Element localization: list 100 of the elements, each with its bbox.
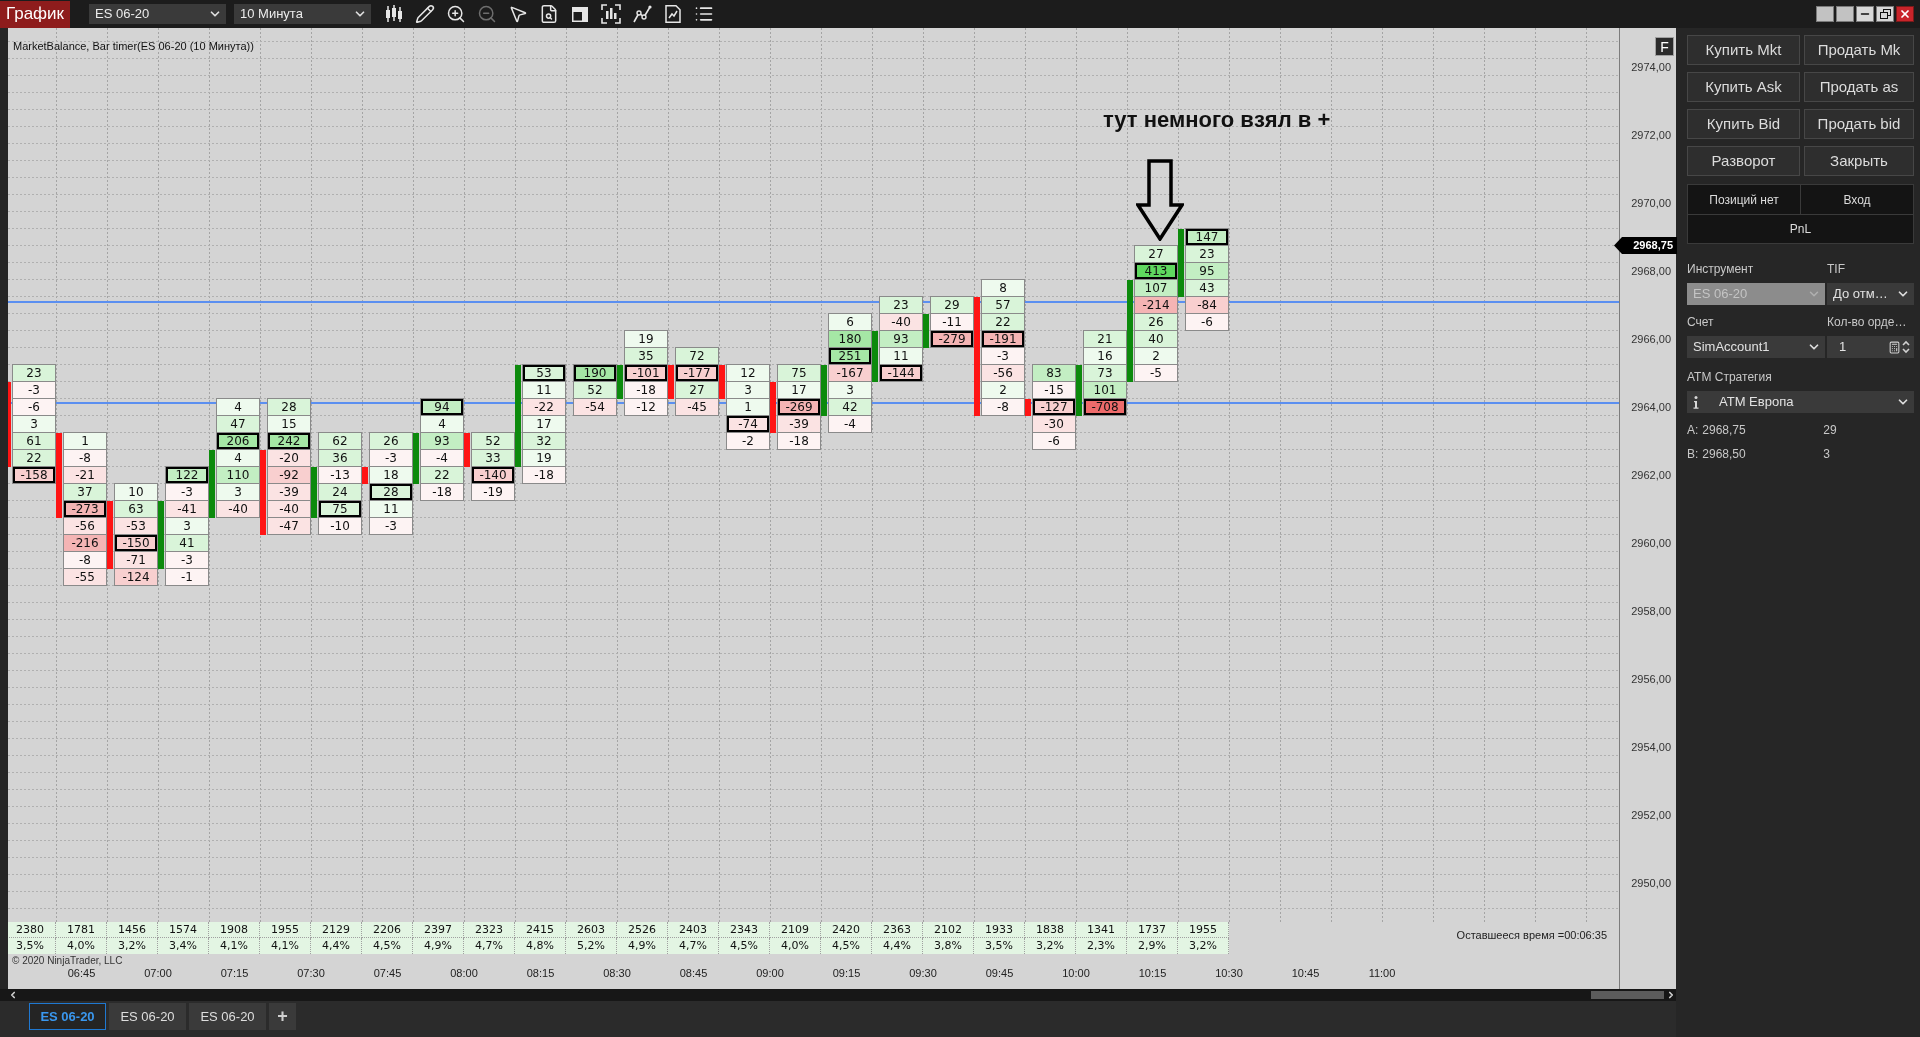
price-label: 2966,00 bbox=[1631, 332, 1671, 346]
tab[interactable]: ES 06-20 bbox=[189, 1003, 266, 1030]
percent-cell: 3,2% bbox=[1025, 938, 1076, 954]
footprint-cell: -15 bbox=[1033, 382, 1075, 399]
document-chart-icon[interactable] bbox=[663, 4, 683, 24]
price-label: 2954,00 bbox=[1631, 740, 1671, 754]
calculator-icon[interactable] bbox=[1888, 340, 1901, 354]
footprint-cell: -3 bbox=[13, 382, 55, 399]
percent-cell: 4,9% bbox=[617, 938, 668, 954]
interval-dropdown[interactable]: 10 Минута bbox=[234, 4, 371, 24]
footprint-cell: -40 bbox=[268, 501, 310, 518]
tab[interactable]: ES 06-20 bbox=[109, 1003, 186, 1030]
close-button[interactable] bbox=[1896, 6, 1914, 22]
footprint-cell: 16 bbox=[1084, 348, 1126, 365]
order-button[interactable]: Купить Bid bbox=[1687, 109, 1800, 139]
footprint-cell: 29 bbox=[931, 297, 973, 314]
zoom-out-icon[interactable] bbox=[477, 4, 497, 24]
footprint-cell: -40 bbox=[880, 314, 922, 331]
order-button[interactable]: Продать bid bbox=[1804, 109, 1914, 139]
volume-cell: 1341 bbox=[1076, 922, 1127, 938]
scrollbar-thumb[interactable] bbox=[1591, 991, 1664, 999]
footprint-cell: 22 bbox=[421, 467, 463, 484]
time-label: 07:00 bbox=[144, 967, 172, 980]
quantity-field[interactable]: 1 bbox=[1827, 336, 1914, 358]
account-select[interactable]: SimAccount1 bbox=[1687, 336, 1825, 358]
scroll-right-icon[interactable] bbox=[1666, 990, 1676, 1000]
footprint-cell: 40 bbox=[1135, 331, 1177, 348]
footprint-cell: 17 bbox=[523, 416, 565, 433]
footprint-cell: 75 bbox=[778, 365, 820, 382]
volume-cell: 1737 bbox=[1127, 922, 1178, 938]
footprint-cell: 3 bbox=[217, 484, 259, 501]
line-chart-icon[interactable] bbox=[632, 4, 652, 24]
time-label: 10:00 bbox=[1062, 967, 1090, 980]
order-button[interactable]: Купить Mkt bbox=[1687, 35, 1800, 65]
price-label: 2950,00 bbox=[1631, 876, 1671, 890]
time-label: 07:30 bbox=[297, 967, 325, 980]
zoom-in-icon[interactable] bbox=[446, 4, 466, 24]
footprint-cell: -8 bbox=[64, 552, 106, 569]
footprint-cell: -1 bbox=[166, 569, 208, 586]
spin-arrows-icon[interactable] bbox=[1902, 340, 1910, 354]
price-label: 2970,00 bbox=[1631, 196, 1671, 210]
field-label: Счет bbox=[1687, 315, 1715, 329]
footprint-cell: -40 bbox=[217, 501, 259, 518]
footprint-cell: -20 bbox=[268, 450, 310, 467]
footprint-cell: -55 bbox=[64, 569, 106, 586]
volume-cell: 1838 bbox=[1025, 922, 1076, 938]
field-label: TIF bbox=[1827, 262, 1846, 276]
footprint-cell: 1 bbox=[64, 433, 106, 450]
footprint-cell: -5 bbox=[1135, 365, 1177, 382]
tab[interactable]: ES 06-20 bbox=[29, 1003, 106, 1030]
time-label: 10:30 bbox=[1215, 967, 1243, 980]
footprint-cell: 37 bbox=[64, 484, 106, 501]
list-icon[interactable] bbox=[694, 4, 714, 24]
footprint-cell: -4 bbox=[421, 450, 463, 467]
footprint-cell: -22 bbox=[523, 399, 565, 416]
bar-chart-icon[interactable] bbox=[601, 4, 621, 24]
quote-label: B: bbox=[1687, 447, 1699, 461]
footprint-cell: 23 bbox=[13, 365, 55, 382]
minimize-button[interactable] bbox=[1856, 6, 1874, 22]
time-label: 10:45 bbox=[1291, 967, 1320, 980]
candlestick-icon[interactable] bbox=[384, 4, 404, 24]
volume-cell: 2102 bbox=[923, 922, 974, 938]
footprint-cell: -19 bbox=[472, 484, 514, 501]
atm-select[interactable]: ATM Европа bbox=[1687, 391, 1914, 413]
footprint-cell: -8 bbox=[64, 450, 106, 467]
order-button[interactable]: Закрыть bbox=[1804, 146, 1914, 176]
footprint-cell: 41 bbox=[166, 535, 208, 552]
footprint-cell: -6 bbox=[1186, 314, 1228, 331]
order-button[interactable]: Разворот bbox=[1687, 146, 1800, 176]
order-button[interactable]: Купить Ask bbox=[1687, 72, 1800, 102]
current-price-tag: 2968,75 bbox=[1614, 237, 1677, 254]
percent-cell: 5,2% bbox=[566, 938, 617, 954]
footprint-cell: -71 bbox=[115, 552, 157, 569]
footprint-cell: 190 bbox=[574, 365, 616, 382]
footprint-cell: -3 bbox=[166, 484, 208, 501]
volume-cell: 2380 bbox=[8, 922, 56, 938]
document-search-icon[interactable] bbox=[539, 4, 559, 24]
pencil-icon[interactable] bbox=[415, 4, 435, 24]
add-tab-button[interactable]: + bbox=[269, 1003, 296, 1030]
footprint-cell: -21 bbox=[64, 467, 106, 484]
order-button[interactable]: Продать Mk bbox=[1804, 35, 1914, 65]
tif-select[interactable]: До отм… bbox=[1827, 283, 1914, 305]
order-button[interactable]: Продать as bbox=[1804, 72, 1914, 102]
instrument-dropdown[interactable]: ES 06-20 bbox=[89, 4, 226, 24]
footprint-cell: 413 bbox=[1135, 263, 1177, 280]
footprint-cell: 52 bbox=[574, 382, 616, 399]
percent-cell: 3,2% bbox=[1178, 938, 1229, 954]
footprint-cell: -708 bbox=[1084, 399, 1126, 416]
scroll-left-icon[interactable] bbox=[8, 990, 18, 1000]
price-label: 2962,00 bbox=[1631, 468, 1671, 482]
down-arrow-icon bbox=[1136, 159, 1184, 241]
time-label: 07:45 bbox=[373, 967, 402, 980]
footprint-cell: -56 bbox=[64, 518, 106, 535]
footprint-cell: 43 bbox=[1186, 280, 1228, 297]
price-label: 2964,00 bbox=[1631, 400, 1671, 414]
volume-cell: 2363 bbox=[872, 922, 923, 938]
pointer-icon[interactable] bbox=[508, 4, 528, 24]
time-label: 09:15 bbox=[832, 967, 861, 980]
maximize-button[interactable] bbox=[1876, 6, 1894, 22]
corner-button[interactable]: F bbox=[1655, 37, 1674, 56]
